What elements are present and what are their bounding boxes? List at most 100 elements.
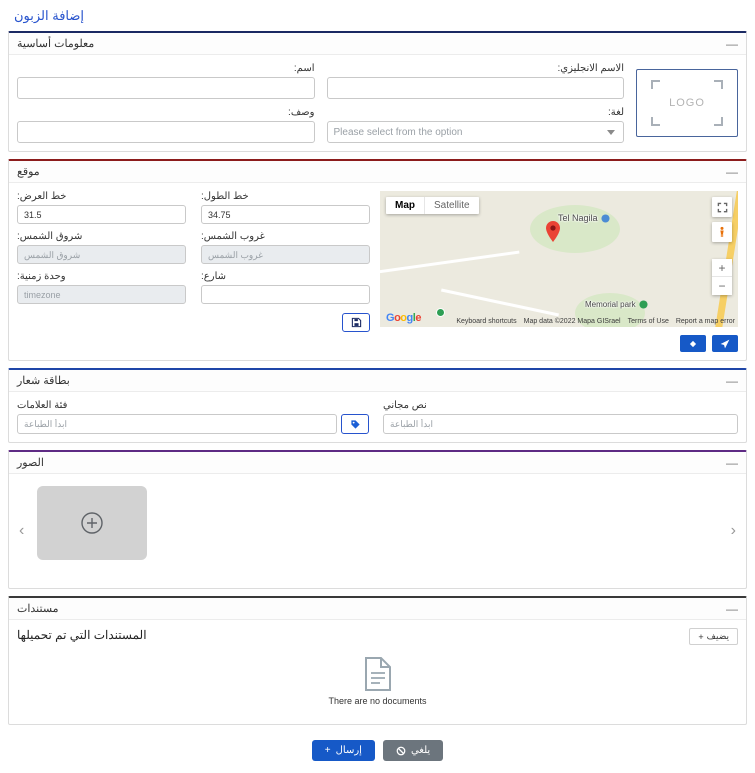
street-field-group: شارع: <box>201 271 370 304</box>
logo-corner-icon <box>651 117 660 126</box>
latitude-label: خط العرض: <box>17 191 186 202</box>
pegman-button[interactable] <box>712 222 732 242</box>
logo-corner-icon <box>714 117 723 126</box>
cancel-label: يلغي <box>411 745 430 756</box>
collapse-icon[interactable]: — <box>726 38 738 50</box>
section-basic-title: معلومات أساسية <box>17 37 94 50</box>
fullscreen-button[interactable] <box>712 197 732 217</box>
section-location-title: موقع <box>17 165 40 178</box>
tags-row <box>17 414 369 434</box>
sunset-label: غروب الشمس: <box>201 231 370 242</box>
section-documents-body: المستندات التي تم تحميلها + يضيف There a… <box>9 620 746 724</box>
add-image-tile[interactable] <box>37 486 147 560</box>
logo-placeholder-text: LOGO <box>669 97 705 109</box>
section-location-body: خط العرض: خط الطول: شروق الشمس: غروب الش… <box>9 183 746 360</box>
map-type-control: Map Satellite <box>386 197 479 214</box>
sunrise-label: شروق الشمس: <box>17 231 186 242</box>
timezone-field-group: وحدة زمنية: <box>17 271 186 304</box>
save-row <box>17 313 370 332</box>
english-name-field-group: الاسم الانجليزي: <box>327 63 625 99</box>
cancel-button[interactable]: يلغي <box>383 740 443 761</box>
section-images: الصور — ‹ › <box>8 450 747 589</box>
logo-upload-box[interactable]: LOGO <box>636 69 738 137</box>
street-input[interactable] <box>201 285 370 304</box>
name-input[interactable] <box>17 77 315 99</box>
english-name-input[interactable] <box>327 77 625 99</box>
keyboard-shortcuts-link[interactable]: Keyboard shortcuts <box>456 318 516 325</box>
map-actions <box>380 335 738 352</box>
longitude-input[interactable] <box>201 205 370 224</box>
section-images-header: الصور — <box>9 452 746 474</box>
navigate-button[interactable] <box>712 335 738 352</box>
images-carousel: ‹ › <box>9 474 746 588</box>
section-location: موقع — خط العرض: خط الطول: شروق الشمس: غ… <box>8 159 747 361</box>
free-text-field-group: نص مجاني <box>383 400 738 434</box>
collapse-icon[interactable]: — <box>726 166 738 178</box>
map-road <box>441 289 559 317</box>
timezone-input <box>17 285 186 304</box>
satellite-view-button[interactable]: Satellite <box>424 197 479 214</box>
name-label: اسم: <box>17 63 315 74</box>
tags-field-group: فئة العلامات <box>17 400 369 434</box>
plus-circle-icon <box>80 511 104 535</box>
poi-tel-nagila-label: Tel Nagila <box>558 213 598 223</box>
directions-icon <box>688 339 698 349</box>
map-view-button[interactable]: Map <box>386 197 424 214</box>
pegman-icon <box>716 226 728 238</box>
google-map[interactable]: Map Satellite + − <box>380 191 738 327</box>
longitude-label: خط الطول: <box>201 191 370 202</box>
language-select[interactable]: Please select from the option <box>327 121 625 143</box>
section-basic-body: اسم: الاسم الانجليزي: وصف: لغة: Please s… <box>9 55 746 151</box>
tags-button[interactable] <box>341 414 369 434</box>
description-field-group: وصف: <box>17 107 315 143</box>
poi-memorial-park-label: Memorial park <box>585 300 636 309</box>
documents-empty-state: There are no documents <box>17 657 738 706</box>
sunset-input <box>201 245 370 264</box>
directions-button[interactable] <box>680 335 706 352</box>
street-label: شارع: <box>201 271 370 282</box>
section-logo-card-header: بطاقة شعار — <box>9 370 746 392</box>
tags-input[interactable] <box>17 414 337 434</box>
collapse-icon[interactable]: — <box>726 603 738 615</box>
section-documents-header: مستندات — <box>9 598 746 620</box>
language-field-group: لغة: Please select from the option <box>327 107 625 143</box>
section-documents-title: مستندات <box>17 602 59 615</box>
map-column: Map Satellite + − <box>380 191 738 352</box>
section-logo-card-title: بطاقة شعار <box>17 374 70 387</box>
map-pin-icon[interactable] <box>546 221 560 245</box>
sunrise-input <box>17 245 186 264</box>
carousel-next-icon[interactable]: › <box>731 523 736 539</box>
latitude-input[interactable] <box>17 205 186 224</box>
google-logo-letter: G <box>386 312 394 324</box>
map-attribution: Keyboard shortcuts Map data ©2022 Mapa G… <box>456 318 735 325</box>
poi-park-icon <box>639 300 648 309</box>
submit-label: إرسال <box>336 745 362 756</box>
section-location-header: موقع — <box>9 161 746 183</box>
longitude-field-group: خط الطول: <box>201 191 370 224</box>
free-text-input[interactable] <box>383 414 738 434</box>
section-documents: مستندات — المستندات التي تم تحميلها + يض… <box>8 596 747 725</box>
map-data-attribution: Map data ©2022 Mapa GISrael <box>524 318 621 325</box>
zoom-control: + − <box>712 259 732 295</box>
name-field-group: اسم: <box>17 63 315 99</box>
section-logo-card-body: فئة العلامات نص مجاني <box>9 392 746 442</box>
cancel-icon <box>396 746 406 756</box>
zoom-out-button[interactable]: − <box>712 277 732 295</box>
tags-icon <box>350 419 361 430</box>
chevron-down-icon <box>607 130 615 135</box>
terms-of-use-link[interactable]: Terms of Use <box>628 318 669 325</box>
add-document-button[interactable]: + يضيف <box>689 628 738 645</box>
poi-attraction-icon <box>601 214 610 223</box>
google-logo: Google <box>386 312 421 324</box>
report-map-error-link[interactable]: Report a map error <box>676 318 735 325</box>
submit-button[interactable]: + إرسال <box>312 740 375 761</box>
section-basic-header: معلومات أساسية — <box>9 33 746 55</box>
save-button[interactable] <box>342 313 370 332</box>
description-input[interactable] <box>17 121 315 143</box>
location-fields-grid: خط العرض: خط الطول: شروق الشمس: غروب الش… <box>17 191 370 352</box>
zoom-in-button[interactable]: + <box>712 259 732 277</box>
collapse-icon[interactable]: — <box>726 375 738 387</box>
poi-memorial-park: Memorial park <box>585 300 648 309</box>
carousel-prev-icon[interactable]: ‹ <box>19 523 24 539</box>
collapse-icon[interactable]: — <box>726 457 738 469</box>
